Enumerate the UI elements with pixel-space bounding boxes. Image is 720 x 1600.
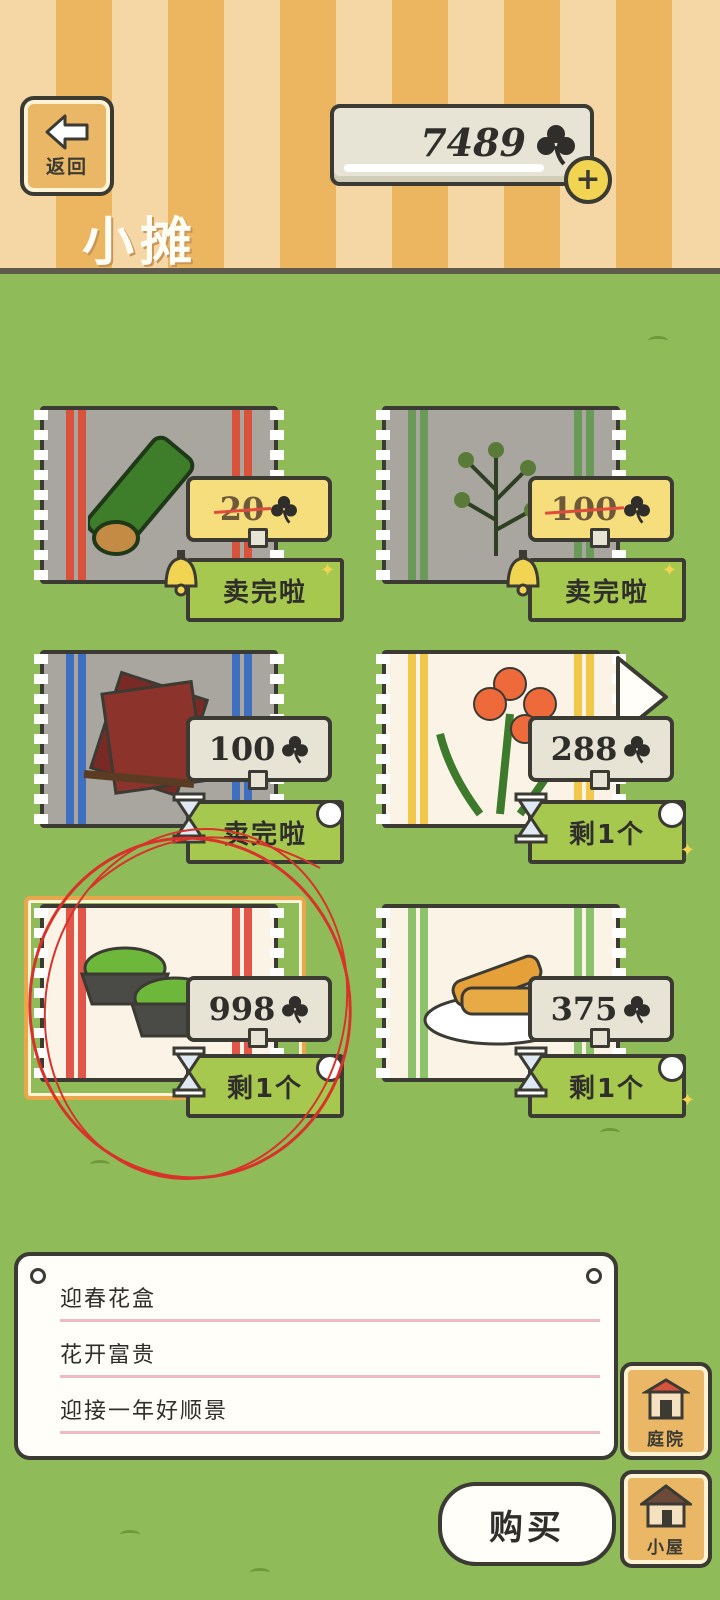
mat-fringe	[34, 654, 48, 824]
grass-tuft	[120, 1530, 140, 1539]
mat-fringe	[376, 654, 390, 824]
mat-stripe	[78, 410, 86, 580]
price-value: 100	[550, 490, 618, 528]
hourglass-icon	[172, 1046, 206, 1098]
house-button[interactable]: 小屋	[620, 1470, 712, 1568]
status-label: 卖完啦	[222, 819, 307, 850]
house-icon	[640, 1484, 692, 1528]
description-line: 迎接一年好顺景	[60, 1380, 600, 1434]
price-value: 375	[550, 990, 618, 1028]
tag-clip	[248, 1028, 268, 1048]
description-title: 迎春花盒	[60, 1268, 600, 1322]
back-label: 返回	[45, 155, 88, 178]
clock-icon	[316, 1054, 344, 1082]
status-label: 剩1个	[226, 1073, 304, 1104]
mat-stripe	[66, 654, 74, 824]
price-value: 288	[550, 730, 618, 768]
grass-tuft	[250, 1568, 270, 1577]
price-value: 100	[208, 730, 276, 768]
clover-icon	[624, 996, 651, 1024]
sparkle-decoration: ✦	[680, 1090, 696, 1111]
buy-label: 购买	[489, 1507, 565, 1548]
card-pin	[30, 1268, 46, 1284]
back-button[interactable]: 返回	[20, 96, 114, 196]
bell-icon	[506, 550, 540, 597]
status-label: 卖完啦	[564, 577, 649, 608]
sparkle-decoration: ✦	[662, 560, 678, 581]
mat-stripe	[420, 410, 428, 580]
clover-icon	[282, 736, 309, 764]
sparkle-decoration: ✦	[680, 840, 696, 861]
yard-label: 庭院	[647, 1430, 685, 1450]
clock-icon	[658, 1054, 686, 1082]
item-description-card: 迎春花盒 花开富贵 迎接一年好顺景	[14, 1252, 618, 1460]
mat-stripe	[408, 908, 416, 1078]
bell-icon	[164, 550, 198, 597]
tag-clip	[248, 770, 268, 790]
status-label: 剩1个	[568, 819, 646, 850]
yard-icon	[642, 1378, 690, 1420]
coin-bar-decoration	[344, 164, 544, 172]
mat-stripe	[408, 654, 416, 824]
mat-fringe	[34, 908, 48, 1078]
mat-fringe	[34, 410, 48, 580]
clover-icon	[624, 736, 651, 764]
grass-tuft	[600, 1128, 620, 1137]
tag-clip	[248, 528, 268, 548]
clover-icon	[537, 125, 575, 166]
clock-icon	[658, 800, 686, 828]
add-coins-button[interactable]: +	[564, 156, 612, 204]
mat-stripe	[66, 410, 74, 580]
mat-fringe	[376, 908, 390, 1078]
grass-tuft	[90, 1160, 110, 1169]
mat-fringe	[376, 410, 390, 580]
tag-clip	[590, 1028, 610, 1048]
tag-clip	[590, 770, 610, 790]
tag-clip	[590, 528, 610, 548]
clover-icon	[624, 496, 651, 524]
clover-icon	[271, 496, 298, 524]
description-line: 花开富贵	[60, 1324, 600, 1378]
price-value: 20	[219, 490, 265, 528]
hourglass-icon	[514, 792, 548, 844]
buy-button[interactable]: 购买	[438, 1482, 616, 1566]
grass-tuft	[648, 336, 668, 345]
coin-count: 7489	[420, 120, 526, 165]
hourglass-icon	[172, 792, 206, 844]
status-label: 剩1个	[568, 1073, 646, 1104]
sparkle-decoration: ✦	[320, 560, 336, 581]
house-label: 小屋	[647, 1538, 685, 1558]
clock-icon	[316, 800, 344, 828]
page-title: 小摊	[82, 213, 199, 273]
status-label: 卖完啦	[222, 577, 307, 608]
clover-icon	[282, 996, 309, 1024]
hourglass-icon	[514, 1046, 548, 1098]
mat-stripe	[408, 410, 416, 580]
price-value: 998	[208, 990, 276, 1028]
back-arrow-icon	[45, 114, 89, 149]
coin-counter: 7489	[330, 104, 594, 186]
yard-button[interactable]: 庭院	[620, 1362, 712, 1460]
